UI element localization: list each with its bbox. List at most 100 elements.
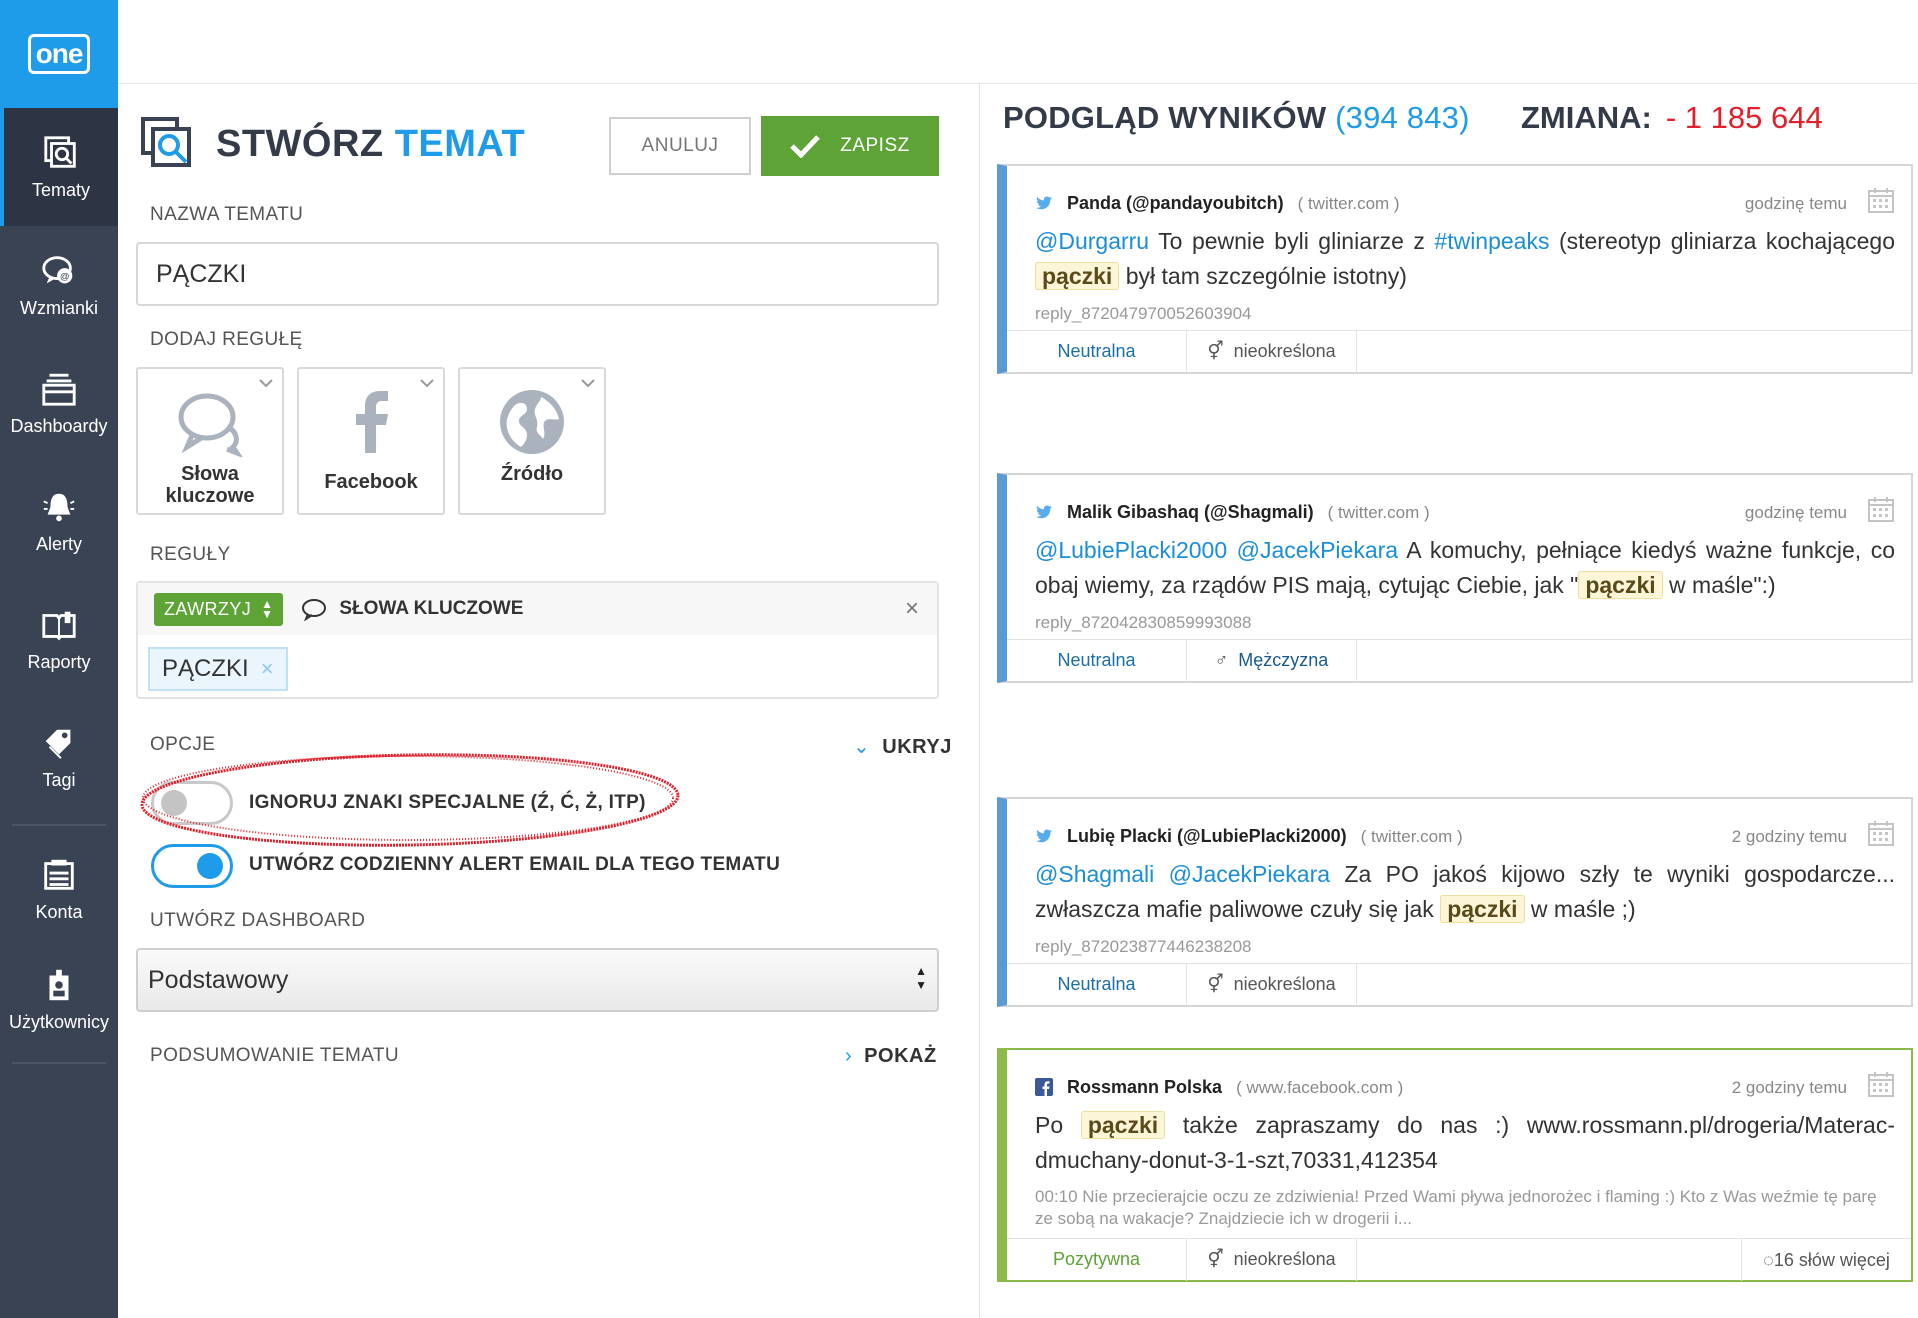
rule-type-source[interactable]: Źródło (458, 367, 606, 515)
author-name[interactable]: Panda (@pandayoubitch) (1067, 193, 1284, 214)
more-words-link[interactable]: ◌ 16 słów więcej (1741, 1239, 1911, 1281)
book-icon (42, 611, 76, 640)
ignore-special-chars-toggle[interactable] (151, 781, 233, 825)
mention-link[interactable]: @JacekPiekara (1237, 537, 1398, 563)
author-name[interactable]: Rossmann Polska (1067, 1077, 1222, 1098)
keyword-highlight: pączki (1080, 1111, 1166, 1139)
sidebar-item-label: Użytkownicy (8, 1011, 110, 1032)
timestamp: godzinę temu (1744, 503, 1847, 522)
ignore-special-chars-label: IGNORUJ ZNAKI SPECJALNE (Ź, Ć, Ż, ITP) (249, 792, 646, 813)
mention-link[interactable]: @JacekPiekara (1169, 861, 1330, 887)
result-card[interactable]: Lubię Placki (@LubiePlacki2000) ( twitter… (997, 797, 1913, 1007)
topic-name-input[interactable]: PĄCZKI (136, 242, 939, 306)
calendar-icon[interactable] (1867, 495, 1895, 523)
sidebar-item-wzmianki[interactable]: @ Wzmianki (0, 226, 118, 344)
daily-alert-label: UTWÓRZ CODZIENNY ALERT EMAIL DLA TEGO TE… (249, 854, 781, 875)
gender-label[interactable]: ♂ Mężczyzna (1187, 639, 1357, 682)
sidebar-item-label: Tagi (42, 769, 76, 790)
sidebar-item-konta[interactable]: Konta (0, 834, 118, 944)
mention-link[interactable]: @LubiePlacki2000 (1035, 537, 1227, 563)
sidebar-item-raporty[interactable]: Raporty (0, 580, 118, 698)
sidebar: one Tematy @ Wzmianki Dashboardy Alerty … (0, 0, 118, 1318)
keyword-tag-label: PĄCZKI (162, 655, 249, 682)
text-segment: (stereotyp gliniarza kochającego (1549, 228, 1895, 254)
gender-label[interactable]: ⚥ nieokreślona (1187, 330, 1357, 373)
gender-label[interactable]: ⚥ nieokreślona (1187, 963, 1357, 1006)
check-icon (790, 135, 821, 158)
sentiment-label[interactable]: Neutralna (1007, 330, 1187, 373)
sentiment-label[interactable]: Neutralna (1007, 963, 1187, 1006)
rule-type-facebook[interactable]: Facebook (297, 367, 445, 515)
gender-label[interactable]: ⚥ nieokreślona (1187, 1238, 1357, 1281)
keyword-highlight: pączki (1440, 895, 1525, 923)
bell-icon (43, 493, 75, 521)
chevron-down-icon (420, 379, 434, 388)
mention-link[interactable]: @Durgarru (1035, 228, 1149, 254)
sidebar-item-alerty[interactable]: Alerty (0, 462, 118, 580)
mention-link[interactable]: #twinpeaks (1434, 228, 1549, 254)
source-domain[interactable]: ( twitter.com ) (1298, 194, 1400, 214)
tag-icon (45, 729, 71, 759)
text-segment (1154, 861, 1168, 887)
top-bar (118, 0, 1918, 84)
close-icon[interactable]: × (905, 595, 919, 623)
results-title: PODGLĄD WYNIKÓW (394 843) (1003, 100, 1470, 136)
results-title-label: PODGLĄD WYNIKÓW (1003, 100, 1327, 135)
save-button[interactable]: ZAPISZ (761, 116, 939, 176)
result-card[interactable]: Panda (@pandayoubitch) ( twitter.com ) god… (997, 164, 1913, 374)
cancel-button[interactable]: ANULUJ (609, 117, 751, 175)
author-name[interactable]: Lubię Placki (@LubiePlacki2000) (1067, 826, 1347, 847)
sidebar-item-label: Wzmianki (19, 297, 98, 318)
gender-text: nieokreślona (1233, 1249, 1336, 1269)
source-domain[interactable]: ( twitter.com ) (1328, 503, 1430, 523)
sidebar-divider (12, 1062, 106, 1064)
sidebar-item-tagi[interactable]: Tagi (0, 698, 118, 816)
card-footer: Neutralna ⚥ nieokreślona (1007, 330, 1911, 373)
rule-operator-select[interactable]: ZAWRZYJ ▲ ▼ (154, 592, 284, 626)
card-header: Malik Gibashaq (@Shagmali) ( twitter.com … (1007, 475, 1911, 523)
topic-name-label: NAZWA TEMATU (150, 204, 304, 225)
result-card[interactable]: Rossmann Polska ( www.facebook.com ) 2 god… (997, 1048, 1913, 1282)
rule-type-label: SŁOWA KLUCZOWE (339, 598, 524, 619)
sidebar-item-label: Dashboardy (10, 415, 108, 436)
options-hide-link[interactable]: ⌄ UKRYJ (853, 734, 952, 759)
summary-show-link[interactable]: › POKAŻ (845, 1045, 937, 1068)
sidebar-item-uzytkownicy[interactable]: Użytkownicy (0, 944, 118, 1054)
daily-alert-toggle[interactable] (151, 844, 233, 888)
rule-block: ZAWRZYJ ▲ ▼ SŁOWA KLUCZOWE × PĄCZKI × (136, 581, 939, 699)
source-domain[interactable]: ( www.facebook.com ) (1236, 1078, 1403, 1098)
rule-type-keywords[interactable]: Słowa kluczowe (136, 367, 284, 515)
calendar-icon[interactable] (1867, 186, 1895, 214)
sidebar-item-label: Tematy (31, 179, 91, 200)
toggle-knob (197, 853, 223, 879)
calendar-icon[interactable] (1867, 819, 1895, 847)
dashboard-select[interactable]: Podstawowy ▲ ▼ (136, 948, 939, 1012)
remove-tag-icon[interactable]: × (261, 656, 274, 682)
sentiment-label[interactable]: Neutralna (1007, 639, 1187, 682)
card-header: Lubię Placki (@LubiePlacki2000) ( twitter… (1007, 799, 1911, 847)
card-footer: Pozytywna ⚥ nieokreślona ◌ 16 słów więcej (1007, 1238, 1911, 1281)
sentiment-label[interactable]: Pozytywna (1007, 1238, 1187, 1281)
mentions-chat-icon: @ (42, 255, 73, 283)
result-card[interactable]: Malik Gibashaq (@Shagmali) ( twitter.com … (997, 473, 1913, 683)
logo[interactable]: one (0, 0, 118, 108)
calendar-icon[interactable] (1867, 1070, 1895, 1098)
results-count: (394 843) (1335, 100, 1470, 135)
author-name[interactable]: Malik Gibashaq (@Shagmali) (1067, 502, 1314, 523)
chevron-down-icon (581, 379, 595, 388)
options-hide-label: UKRYJ (882, 736, 952, 758)
timestamp: 2 godziny temu (1731, 827, 1847, 846)
source-domain[interactable]: ( twitter.com ) (1361, 827, 1463, 847)
sort-arrows-icon: ▲ ▼ (261, 597, 274, 621)
rule-type: SŁOWA KLUCZOWE (301, 597, 523, 621)
keyword-highlight: pączki (1578, 571, 1663, 599)
mention-link[interactable]: @Shagmali (1035, 861, 1154, 887)
sidebar-item-tematy[interactable]: Tematy (0, 108, 118, 226)
accounts-icon (44, 859, 74, 890)
rule-header: ZAWRZYJ ▲ ▼ SŁOWA KLUCZOWE × (138, 583, 937, 635)
svg-text:@: @ (60, 271, 70, 282)
twitter-icon (1036, 196, 1052, 210)
sidebar-item-dashboardy[interactable]: Dashboardy (0, 344, 118, 462)
add-rule-label: DODAJ REGUŁĘ (150, 329, 303, 350)
results-change: ZMIANA: - 1 185 644 (1521, 100, 1823, 136)
